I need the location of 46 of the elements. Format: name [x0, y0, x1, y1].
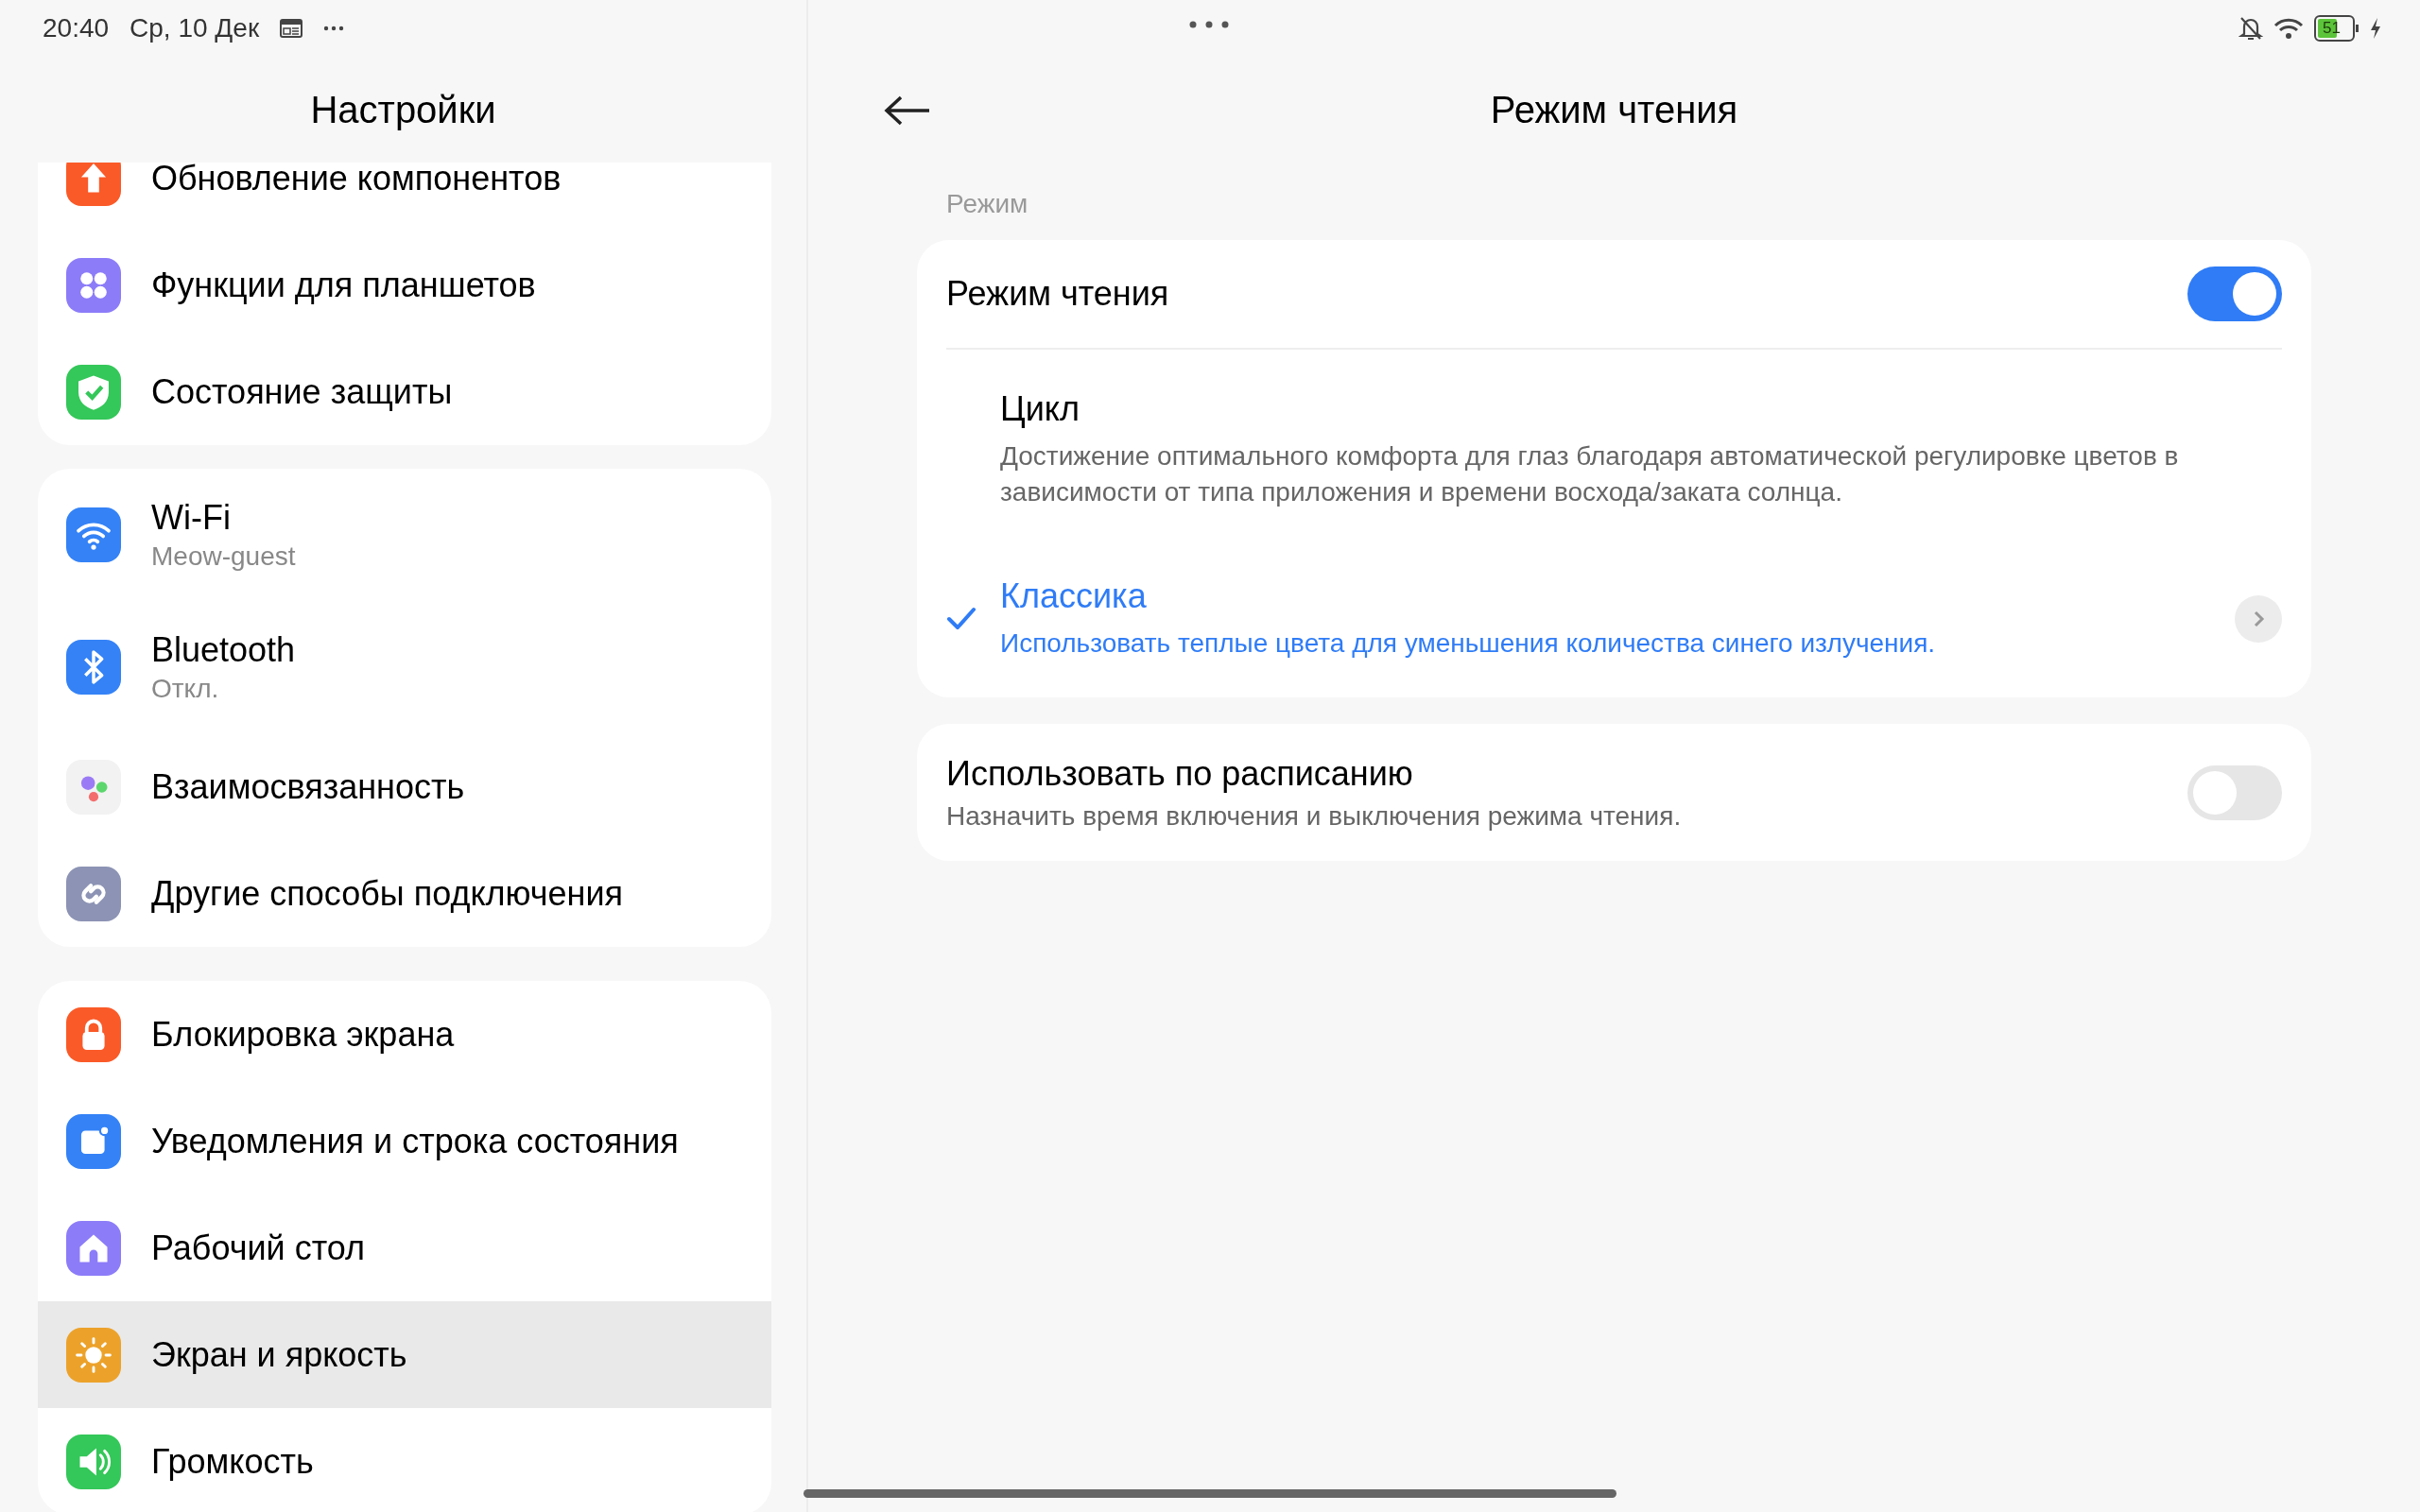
more-dots-icon: [323, 26, 345, 31]
settings-item[interactable]: Блокировка экрана: [38, 981, 771, 1088]
wifi-icon: [66, 507, 121, 562]
toggle-switch[interactable]: [2187, 266, 2282, 321]
notification-icon: [66, 1113, 121, 1169]
setting-description: Назначить время включения и выключения режима чтения.: [946, 800, 1682, 832]
mode-option[interactable]: Классика Использовать теплые цвета для уменьшения количества синего излучения.: [946, 510, 2282, 697]
settings-item[interactable]: Bluetooth Откл.: [38, 601, 771, 733]
four-dots-icon: [66, 257, 121, 313]
charging-bolt-icon: [2369, 17, 2382, 40]
settings-item[interactable]: Функции для планшетов: [38, 232, 771, 338]
checkmark-icon: [946, 607, 977, 631]
settings-item[interactable]: Обновление компонентов: [38, 163, 771, 232]
settings-item[interactable]: Рабочий стол: [38, 1194, 771, 1301]
wifi-signal-icon: [2273, 16, 2305, 41]
settings-item[interactable]: Экран и яркость: [38, 1301, 771, 1408]
bluetooth-icon: [66, 640, 121, 695]
colored-dots-icon: [66, 759, 121, 815]
home-icon: [66, 1220, 121, 1276]
mode-option[interactable]: Цикл Достижение оптимального комфорта для глаз благодаря автоматической регулировке цветов в зависимости от типа приложения и времени восхода/заката солнца.: [946, 350, 2282, 510]
settings-item[interactable]: Другие способы подключения: [38, 840, 771, 947]
window-dots-icon[interactable]: [1189, 21, 1229, 28]
clock-time: 20:40: [43, 13, 110, 43]
shield-check-icon: [66, 364, 121, 420]
mode-title: Цикл: [1000, 389, 1080, 429]
mode-description: Достижение оптимального комфорта для глаз благодаря автоматической регулировке цветов в зависимости от типа приложения и времени восхода/заката солнца.: [1000, 440, 2180, 508]
link-icon: [66, 866, 121, 921]
lock-icon: [66, 1006, 121, 1062]
setting-label: Использовать по расписанию: [946, 753, 1414, 794]
back-arrow-icon[interactable]: [884, 94, 931, 127]
section-label: Режим: [946, 189, 1029, 219]
settings-item[interactable]: Громкость: [38, 1408, 771, 1512]
mode-title: Классика: [1000, 576, 1148, 616]
mode-description: Использовать теплые цвета для уменьшения количества синего излучения.: [1000, 627, 1937, 660]
settings-item[interactable]: Уведомления и строка состояния: [38, 1088, 771, 1194]
page-title: Режим чтения: [1490, 88, 1738, 131]
sidebar-title: Настройки: [310, 88, 496, 131]
settings-item[interactable]: Взаимосвязанность: [38, 733, 771, 840]
calendar-icon: [280, 19, 303, 38]
date-text: Ср, 10 Дек: [130, 13, 260, 43]
settings-item[interactable]: Wi-Fi Meow-guest: [38, 469, 771, 601]
speaker-icon: [66, 1434, 121, 1489]
sun-icon: [66, 1327, 121, 1383]
bell-muted-icon: [2238, 15, 2263, 42]
setting-label: Режим чтения: [946, 274, 1169, 314]
settings-item[interactable]: Состояние защиты: [38, 338, 771, 445]
